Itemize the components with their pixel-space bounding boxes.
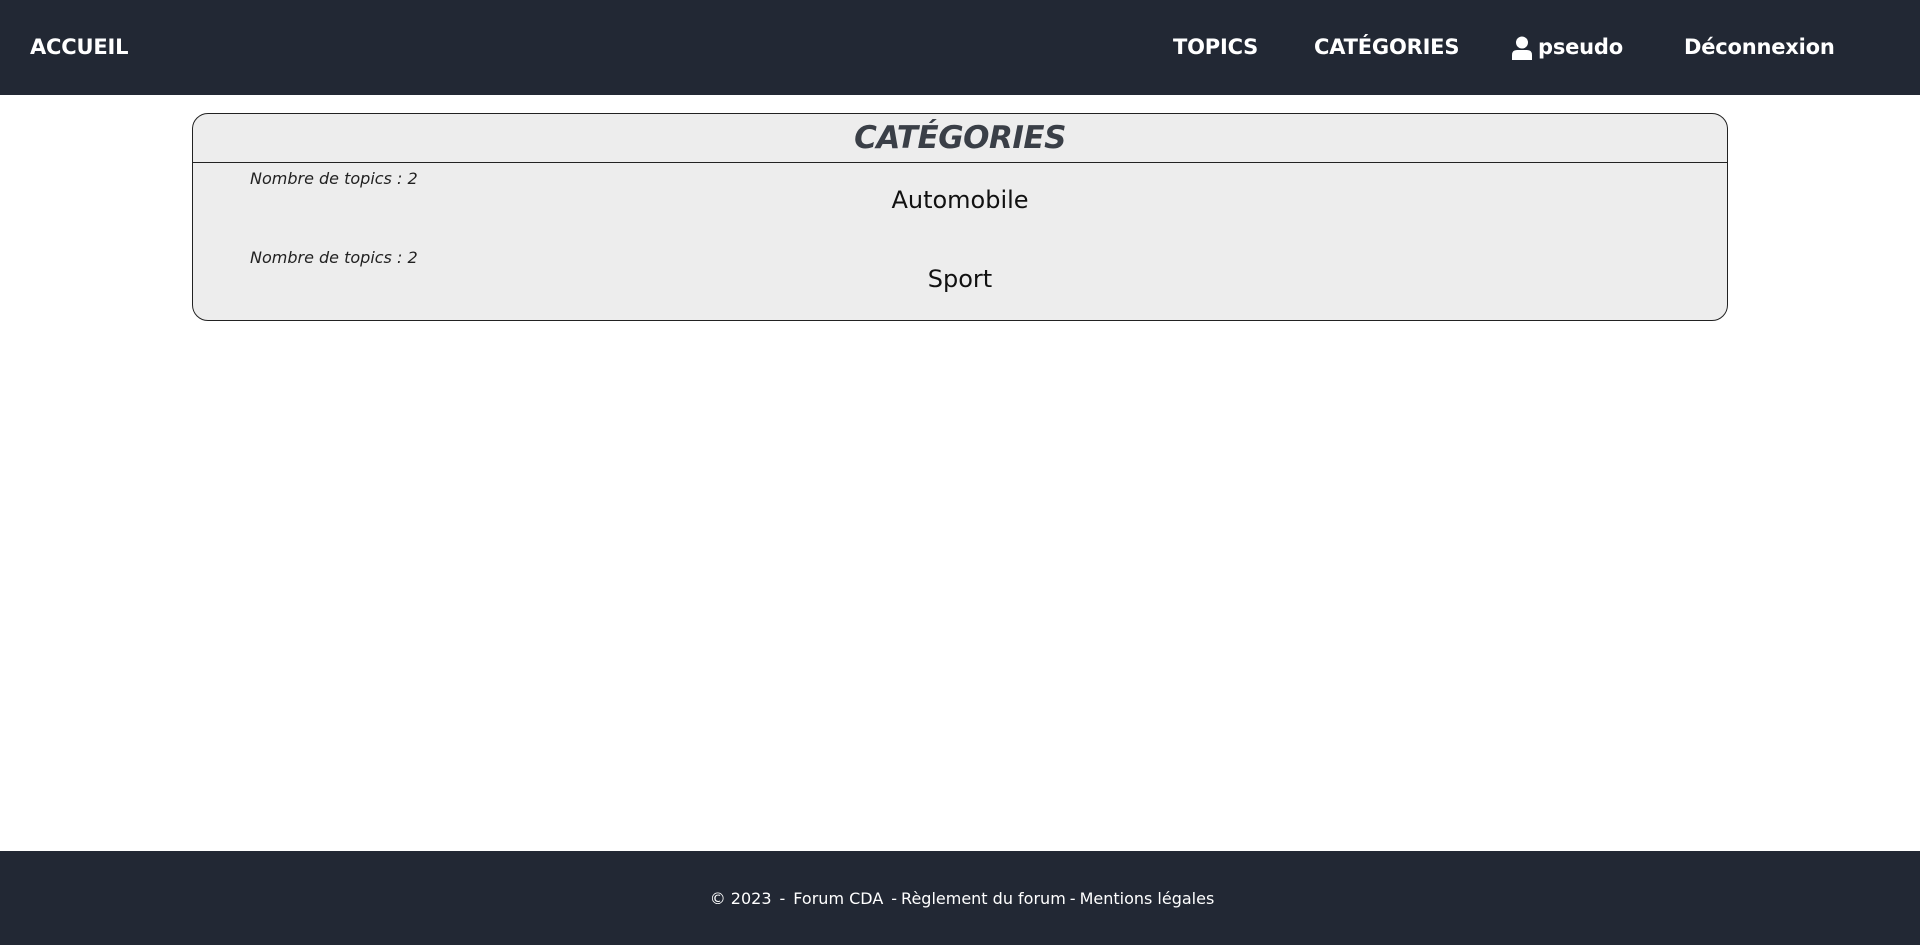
nav-username: pseudo [1538,35,1623,59]
footer: © 2023 - Forum CDA - Règlement du forum … [0,851,1920,945]
footer-separator: - [1069,888,1076,908]
nav-logout-link[interactable]: Déconnexion [1684,0,1835,95]
nav-topics-link[interactable]: TOPICS [1173,0,1258,95]
category-name-link[interactable]: Sport [193,265,1727,293]
category-name-link[interactable]: Automobile [193,186,1727,214]
footer-separator: - [779,888,786,908]
footer-separator: - [891,888,898,908]
footer-copyright: © 2023 [709,888,772,908]
footer-legal-link[interactable]: Mentions légales [1080,889,1215,908]
footer-site-name: Forum CDA [793,888,884,908]
navbar: ACCUEIL TOPICS CATÉGORIES pseudo Déconne… [0,0,1920,95]
category-list: Nombre de topics : 2 Automobile Nombre d… [193,163,1727,320]
nav-profile-link[interactable]: pseudo [1512,0,1623,95]
user-icon [1512,36,1532,60]
category-item[interactable]: Nombre de topics : 2 Sport [193,242,1727,320]
nav-home-link[interactable]: ACCUEIL [30,0,128,95]
footer-rules-link[interactable]: Règlement du forum [901,889,1066,908]
page-title: CATÉGORIES [854,120,1066,156]
category-item[interactable]: Nombre de topics : 2 Automobile [193,163,1727,242]
categories-panel: CATÉGORIES Nombre de topics : 2 Automobi… [192,113,1728,321]
panel-header: CATÉGORIES [193,114,1727,163]
nav-categories-link[interactable]: CATÉGORIES [1314,0,1459,95]
